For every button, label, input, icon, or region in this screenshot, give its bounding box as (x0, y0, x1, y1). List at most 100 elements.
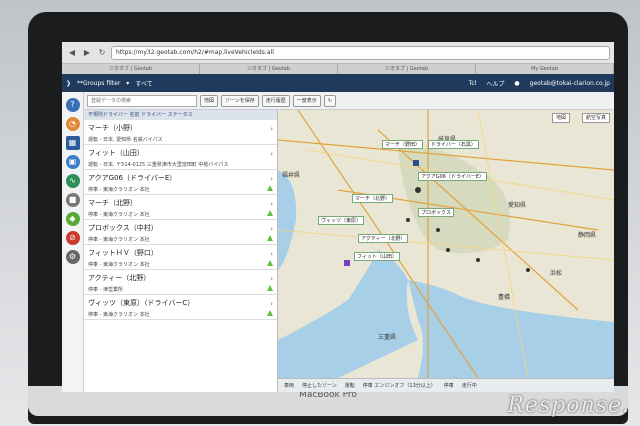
satellite-button[interactable]: 航空写真 (581, 113, 610, 123)
place-label: 浜松 (550, 270, 563, 277)
map-legend: 車両 停止したゾーン 運転 停車 エンジンオフ（13分以上） 停車 走行中 (278, 378, 614, 392)
history-button[interactable]: 走行履歴 (261, 94, 290, 107)
save-zone-button[interactable]: ゾーンを保存 (221, 94, 259, 107)
chevron-right-icon[interactable]: › (270, 250, 273, 258)
no-entry-icon[interactable]: ⊘ (65, 231, 80, 245)
rules-icon[interactable]: ◆ (65, 212, 80, 226)
vehicle-status: 停車 - 津営業所 (88, 287, 123, 293)
groups-filter[interactable]: **Groups filter (77, 80, 120, 87)
legend-item: 停車 (443, 383, 454, 389)
legend-item: 停止したゾーン (302, 383, 337, 389)
vehicle-name: マーチ（小野） (88, 124, 137, 132)
chevron-right-icon[interactable]: › (270, 275, 273, 283)
map-button[interactable]: 地図 (200, 94, 219, 107)
status-triangle-icon (267, 285, 273, 291)
help-icon[interactable]: ? (65, 98, 80, 112)
status-triangle-icon (267, 210, 273, 216)
screen: ◀ ▶ ↻ https://my32.geotab.com/h2/#map,li… (62, 42, 614, 392)
legend-item: 運転 (344, 383, 355, 389)
browser-tab[interactable]: My Geotab (476, 64, 614, 74)
vehicle-status: 停車 - 東海クラリオン 本社 (88, 237, 150, 243)
vehicle-marker-label[interactable]: アクアG06（ドライバーE） (418, 172, 488, 181)
place-label: 三重県 (378, 334, 397, 341)
legend-item: 停車 エンジンオフ（13分以上） (362, 383, 436, 389)
place-label: 豊橋 (498, 294, 511, 301)
account-name[interactable]: geotab@tokai-clarion.co.jp (530, 80, 610, 87)
map-toolbar: 地図 ゾーンを保存 走行履歴 一度表示 ↻ (84, 92, 614, 110)
url-bar[interactable]: https://my32.geotab.com/h2/#map,liveVehi… (111, 45, 610, 60)
vehicle-marker-label[interactable]: フィット（山田） (354, 252, 400, 261)
app-header: ❯ **Groups filter ▾ すべて Tcl ヘルプ ● geotab… (62, 74, 614, 92)
list-item[interactable]: ヴィッツ（東原）（ドライバーC） 停車 - 東海クラリオン 本社 › (84, 295, 277, 320)
vehicle-status: 停車 - 東海クラリオン 本社 (88, 262, 150, 268)
search-input[interactable] (87, 94, 197, 107)
chevron-right-icon[interactable]: › (270, 150, 273, 158)
legend-item: 車両 (284, 383, 295, 389)
list-item[interactable]: マーチ（小野） 運転 - 日本, 愛知県 名鉄バイパス › (84, 120, 277, 145)
place-label: 福井県 (282, 172, 301, 179)
status-triangle-icon (267, 235, 273, 241)
tab-strip: ジオタブ | Geotab ジオタブ | Geotab ジオタブ | Geota… (62, 64, 614, 74)
user-icon: ● (514, 79, 520, 87)
map-mode-button[interactable]: 地図 (551, 113, 570, 123)
browser-tab[interactable]: ジオタブ | Geotab (62, 64, 200, 74)
reload-icon[interactable]: ↻ (96, 47, 108, 59)
chevron-right-icon[interactable]: › (270, 300, 273, 308)
icon-rail: ? ◔ ▦ ▣ ∿ ■ ◆ ⊘ ⚙ (62, 92, 84, 392)
vehicle-marker-label[interactable]: プロボックス (418, 208, 454, 217)
list-item[interactable]: アクアG06（ドライバーE） 停車 - 東海クラリオン 本社 › (84, 170, 277, 195)
vehicle-status: 運転 - 日本, 愛知県 名鉄バイパス (88, 137, 163, 143)
refresh-icon[interactable]: ↻ (323, 94, 337, 107)
vehicle-status: 停車 - 東海クラリオン 本社 (88, 187, 150, 193)
gear-icon[interactable]: ⚙ (65, 250, 80, 264)
watermark-text: Response. (507, 393, 630, 418)
activity-icon[interactable]: ∿ (65, 174, 80, 188)
chevron-right-icon[interactable]: › (270, 125, 273, 133)
status-triangle-icon (267, 185, 273, 191)
vehicle-status: 運転 - 日本, 〒514-0125 三重県津市大里窪田町 中勢バイパス (88, 162, 229, 168)
back-icon[interactable]: ◀ (66, 47, 78, 59)
browser-tab[interactable]: ジオタブ | Geotab (200, 64, 338, 74)
vehicle-name: プロボックス（中村） (88, 224, 158, 232)
truck-icon[interactable]: ■ (65, 193, 80, 207)
one-click-button[interactable]: 一度表示 (292, 94, 321, 107)
vehicle-name: フィットＨＶ（野口） (88, 249, 158, 257)
vehicle-marker-label[interactable]: アクティー（北野） (358, 234, 409, 243)
status-triangle-icon (267, 260, 273, 266)
map-canvas[interactable] (278, 110, 614, 378)
status-triangle-icon (267, 310, 273, 316)
legend-item: 走行中 (461, 383, 477, 389)
vehicle-icon[interactable]: ▣ (65, 155, 80, 169)
list-header: 不規則ドライバー 名前 ドライバー ステータス (84, 110, 277, 120)
vehicle-marker-label[interactable]: ドライバー（石黒） (428, 140, 479, 149)
vehicle-marker-label[interactable]: ヴィッツ（東原） (318, 216, 365, 225)
list-item[interactable]: マーチ（北野） 停車 - 東海クラリオン 本社 › (84, 195, 277, 220)
all-groups-label: すべて (135, 80, 153, 88)
vehicle-marker-label[interactable]: マーチ（野田） (382, 140, 424, 149)
place-label: 愛知県 (508, 202, 527, 209)
chevron-right-icon[interactable]: › (270, 200, 273, 208)
vehicle-marker-label[interactable]: マーチ（北野） (352, 194, 394, 203)
list-item[interactable]: フィット（山田） 運転 - 日本, 〒514-0125 三重県津市大里窪田町 中勢… (84, 145, 277, 170)
help-label[interactable]: ヘルプ (486, 79, 504, 88)
list-item[interactable]: アクティー（北野） 停車 - 津営業所 › (84, 270, 277, 295)
list-item[interactable]: プロボックス（中村） 停車 - 東海クラリオン 本社 › (84, 220, 277, 245)
list-item[interactable]: フィットＨＶ（野口） 停車 - 東海クラリオン 本社 › (84, 245, 277, 270)
vehicle-status: 停車 - 東海クラリオン 本社 (88, 312, 150, 318)
chevron-right-icon[interactable]: › (270, 225, 273, 233)
dashboard-icon[interactable]: ◔ (65, 117, 80, 131)
map-view[interactable]: 地図 航空写真 福井県 岐阜県 愛知県 静岡県 豊橋 浜松 三重県 マーチ（野田… (278, 110, 614, 378)
vehicle-list: 不規則ドライバー 名前 ドライバー ステータス マーチ（小野） 運転 - 日本, … (84, 110, 278, 392)
vehicle-name: ヴィッツ（東原）（ドライバーC） (88, 299, 195, 307)
chevron-right-icon[interactable]: › (270, 175, 273, 183)
vehicle-name: アクアG06（ドライバーE） (88, 174, 177, 182)
browser-tab[interactable]: ジオタブ | Geotab (338, 64, 476, 74)
chevron-down-icon[interactable]: ▾ (126, 80, 129, 87)
map-icon[interactable]: ▦ (65, 136, 80, 150)
forward-icon[interactable]: ▶ (81, 47, 93, 59)
vehicle-name: マーチ（北野） (88, 199, 137, 207)
browser-toolbar: ◀ ▶ ↻ https://my32.geotab.com/h2/#map,li… (62, 42, 614, 64)
place-label: 静岡県 (578, 232, 597, 239)
chevron-right-icon[interactable]: ❯ (66, 80, 71, 87)
db-label: Tcl (468, 79, 477, 87)
